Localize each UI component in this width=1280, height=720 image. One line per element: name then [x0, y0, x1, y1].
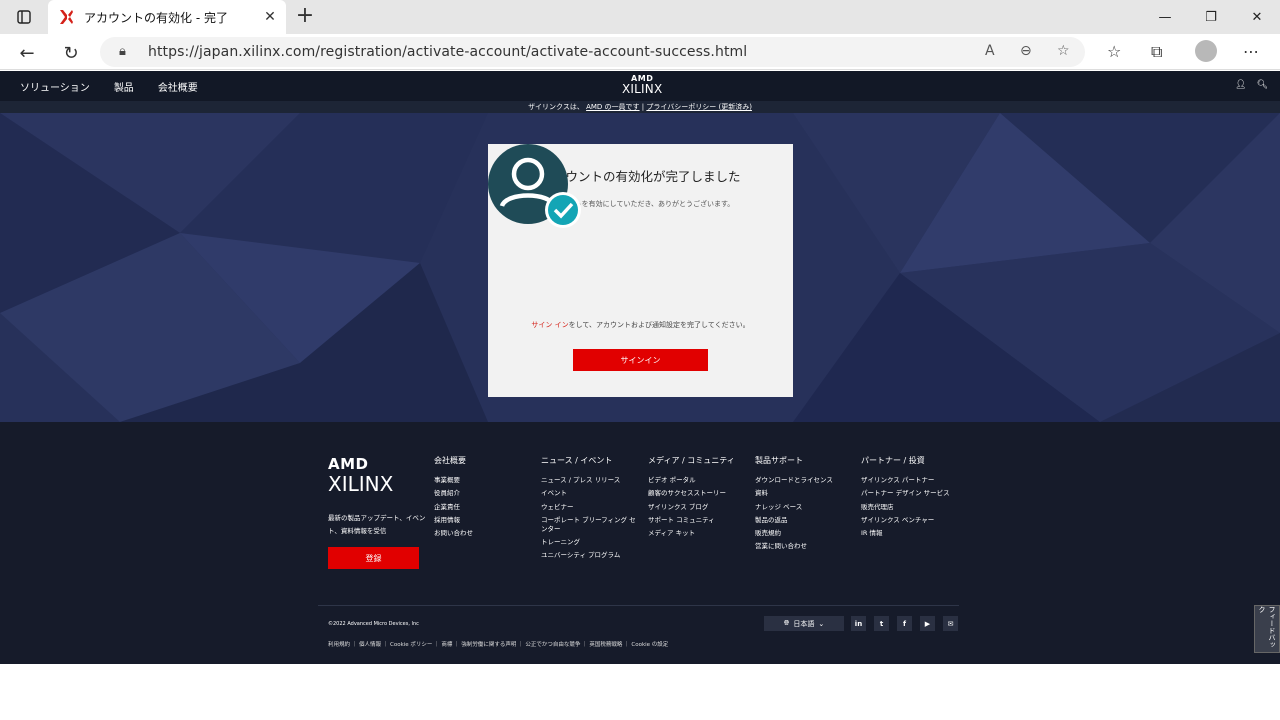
footer-link[interactable]: メディア キット [648, 527, 748, 540]
user-icon[interactable]: 👤︎ [1235, 80, 1246, 90]
legal-links[interactable]: 利用規約 ｜ 個人情報 ｜ Cookie ポリシー ｜ 商標 ｜ 強制労働に関す… [328, 640, 668, 648]
footer-column-company: 会社概要 事業概要 役員紹介 企業責任 採用情報 お問い合わせ [434, 455, 534, 540]
footer-column-media: メディア / コミュニティ ビデオ ポータル 顧客のサクセスストーリー ザイリン… [648, 455, 748, 540]
footer-link[interactable]: 事業概要 [434, 474, 534, 487]
footer-link[interactable]: 採用情報 [434, 514, 534, 527]
card-message: サイン インをして、アカウントおよび通知設定を完了してください。 [531, 321, 750, 329]
site-header: ソリューション 製品 会社概要 AMD XILINX 👤︎ 🔍︎ [0, 71, 1280, 101]
signin-button[interactable]: サインイン [573, 349, 708, 371]
facebook-icon[interactable]: f [897, 616, 912, 631]
footer-link[interactable]: ザイリンクス ブログ [648, 501, 748, 514]
notice-bar: ザイリンクスは、 AMD の一員です | プライバシーポリシー (更新済み) [0, 101, 1280, 113]
footer-link[interactable]: コーポレート ブリーフィング センター [541, 514, 641, 536]
browser-tab[interactable]: アカウントの有効化 - 完了 ✕ [48, 0, 286, 34]
favorites-icon[interactable]: ☆ [1107, 42, 1121, 61]
nav-products[interactable]: 製品 [114, 79, 134, 94]
amd-member-link[interactable]: AMD の一員です [586, 103, 639, 111]
footer-link[interactable]: トレーニング [541, 536, 641, 549]
footer-link[interactable]: 営業に問い合わせ [755, 540, 855, 553]
back-icon[interactable]: ← [14, 40, 40, 66]
nav-company[interactable]: 会社概要 [158, 79, 198, 94]
feedback-tab[interactable]: フィードバック [1254, 605, 1280, 653]
collections-icon[interactable]: ⧉ [1151, 42, 1162, 62]
site-nav: ソリューション 製品 会社概要 [20, 79, 198, 94]
email-icon[interactable]: ✉ [943, 616, 958, 631]
read-aloud-icon[interactable]: A [985, 43, 995, 59]
profile-avatar[interactable] [1195, 40, 1217, 62]
footer-column-support: 製品サポート ダウンロードとライセンス 資料 ナレッジ ベース 製品の返品 販売… [755, 455, 855, 554]
copyright: ©2022 Advanced Micro Devices, Inc [328, 621, 419, 627]
user-check-icon [488, 144, 581, 228]
twitter-icon[interactable]: t [874, 616, 889, 631]
restore-icon[interactable]: ❐ [1188, 0, 1234, 34]
footer-link[interactable]: 販売代理店 [861, 501, 961, 514]
add-favorite-icon[interactable]: ☆ [1057, 43, 1070, 59]
footer-link[interactable]: 販売規約 [755, 527, 855, 540]
register-button[interactable]: 登録 [328, 547, 419, 569]
tab-close-icon[interactable]: ✕ [258, 9, 282, 25]
window-close-icon[interactable]: ✕ [1234, 0, 1280, 34]
footer-link[interactable]: IR 情報 [861, 527, 961, 540]
footer-link[interactable]: ウェビナー [541, 501, 641, 514]
youtube-icon[interactable]: ▶ [920, 616, 935, 631]
privacy-policy-link[interactable]: プライバシーポリシー (更新済み) [646, 103, 752, 111]
footer-link[interactable]: パートナー デザイン サービス [861, 487, 961, 500]
footer-column-partners: パートナー / 投資 ザイリンクス パートナー パートナー デザイン サービス … [861, 455, 961, 540]
footer-link[interactable]: イベント [541, 487, 641, 500]
footer-link[interactable]: ザイリンクス ベンチャー [861, 514, 961, 527]
footer-divider [318, 605, 959, 606]
footer-link[interactable]: サポート コミュニティ [648, 514, 748, 527]
linkedin-icon[interactable]: in [851, 616, 866, 631]
url-text[interactable]: https://japan.xilinx.com/registration/ac… [148, 44, 747, 60]
footer-link[interactable]: ザイリンクス パートナー [861, 474, 961, 487]
footer-link[interactable]: 資料 [755, 487, 855, 500]
zoom-out-icon[interactable]: ⊖ [1020, 43, 1032, 59]
new-tab-button[interactable]: + [292, 4, 318, 30]
lock-icon: 🔒︎ [119, 44, 126, 59]
address-bar: ← ↻ 🔒︎ https://japan.xilinx.com/registra… [0, 34, 1280, 70]
refresh-icon[interactable]: ↻ [58, 40, 84, 66]
language-selector[interactable]: 🌐︎ 日本語 ⌄ [764, 616, 844, 631]
chevron-down-icon: ⌄ [818, 619, 825, 628]
footer-description: 最新の製品アップデート、イベント、資料情報を受信 [328, 514, 426, 535]
footer-logo[interactable]: AMD XILINX [328, 457, 393, 495]
site-footer: AMD XILINX 最新の製品アップデート、イベント、資料情報を受信 登録 会… [0, 422, 1280, 664]
footer-link[interactable]: ナレッジ ベース [755, 501, 855, 514]
footer-link[interactable]: ニュース / プレス リリース [541, 474, 641, 487]
nav-solutions[interactable]: ソリューション [20, 79, 90, 94]
activation-card: アカウントの有効化が完了しました アカウントを有効にしていただき、ありがとうござ… [488, 144, 793, 397]
globe-icon: 🌐︎ [783, 619, 790, 627]
minimize-icon[interactable]: — [1142, 0, 1188, 34]
url-box[interactable]: 🔒︎ https://japan.xilinx.com/registration… [100, 37, 1085, 67]
signin-link[interactable]: サイン イン [531, 321, 568, 329]
tab-title: アカウントの有効化 - 完了 [84, 10, 228, 25]
footer-link[interactable]: ビデオ ポータル [648, 474, 748, 487]
browser-tab-bar: アカウントの有効化 - 完了 ✕ + — ❐ ✕ [0, 0, 1280, 34]
footer-link[interactable]: 役員紹介 [434, 487, 534, 500]
tab-actions-icon[interactable] [10, 0, 38, 34]
footer-link[interactable]: 企業責任 [434, 501, 534, 514]
xilinx-favicon-icon [60, 10, 73, 24]
footer-link[interactable]: ダウンロードとライセンス [755, 474, 855, 487]
footer-link[interactable]: 製品の返品 [755, 514, 855, 527]
hero-background: アカウントの有効化が完了しました アカウントを有効にしていただき、ありがとうござ… [0, 113, 1280, 422]
footer-link[interactable]: ユニバーシティ プログラム [541, 549, 641, 562]
amd-xilinx-logo[interactable]: AMD XILINX [622, 75, 662, 96]
footer-column-news: ニュース / イベント ニュース / プレス リリース イベント ウェビナー コ… [541, 455, 641, 562]
more-menu-icon[interactable]: ⋯ [1243, 42, 1259, 61]
footer-link[interactable]: お問い合わせ [434, 527, 534, 540]
search-icon[interactable]: 🔍︎ [1257, 80, 1268, 90]
footer-link[interactable]: 顧客のサクセスストーリー [648, 487, 748, 500]
